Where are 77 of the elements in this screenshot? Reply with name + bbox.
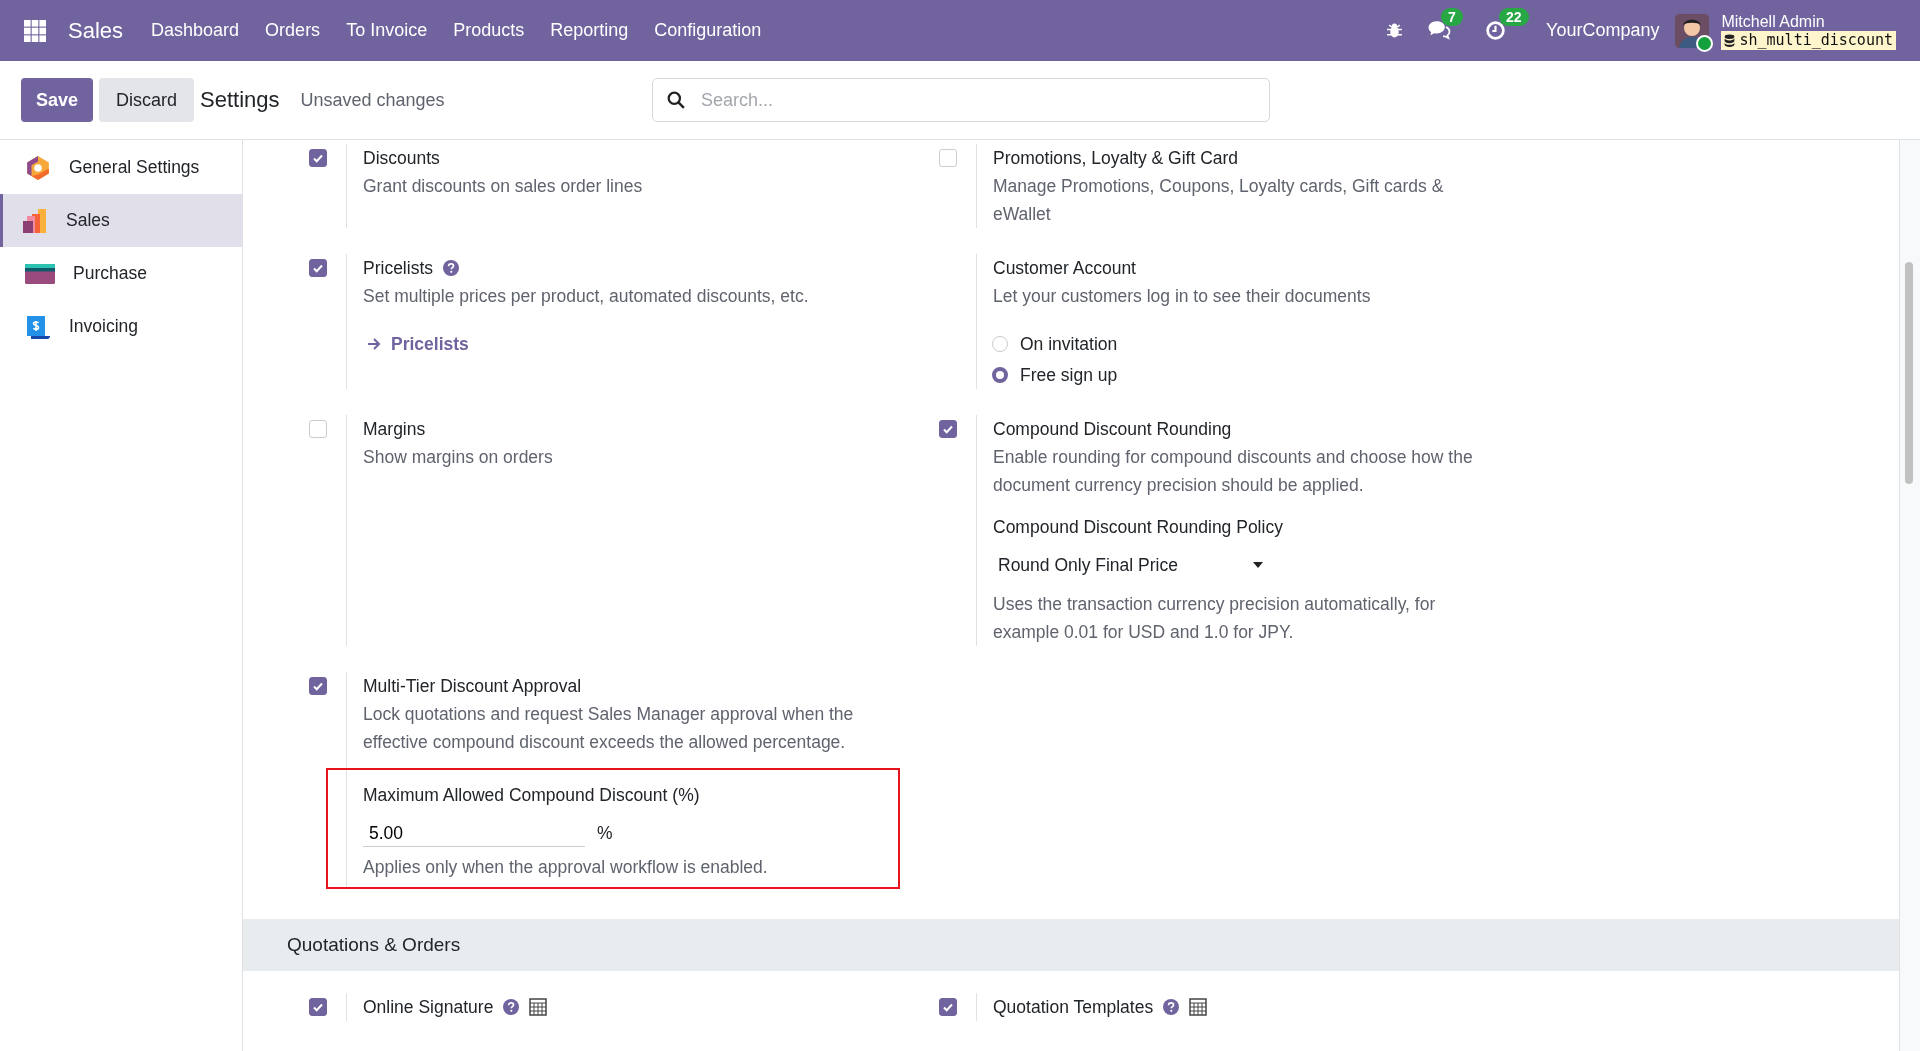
checkbox[interactable] [939,420,957,438]
page-title: Settings [200,87,280,113]
field-label: Maximum Allowed Compound Discount (%) [363,784,701,807]
help-icon[interactable] [1163,999,1180,1015]
search-field[interactable]: Search... [652,78,1270,122]
caret-icon [1253,562,1263,568]
check-icon [942,423,954,435]
database-name: sh_multi_discount [1739,30,1893,50]
chat-icon[interactable] [1427,20,1452,41]
setting-title: Multi-Tier Discount Approval [363,675,582,698]
company-name[interactable]: YourCompany [1546,20,1660,41]
discount-input[interactable]: 5.00 [363,823,585,847]
help-icon[interactable] [503,999,520,1015]
field-note: Uses the transaction currency precision automatically, for example 0.01 for USD and 1.0 for JPY. [993,593,1437,644]
setting-description: Enable rounding for compound discounts and choose how the document currency precision should be applied. [993,446,1474,497]
setting-title: Customer Account [993,257,1136,280]
setting-title: Quotation Templates [993,996,1154,1019]
sidebar-item[interactable]: General Settings [0,141,242,194]
check-icon [942,1001,954,1013]
user-name[interactable]: Mitchell Admin [1721,11,1896,31]
section-header: Quotations & Orders [243,919,1899,971]
checkbox[interactable] [939,998,957,1016]
menu-item[interactable]: To Invoice [346,20,428,41]
setting-title: Promotions, Loyalty & Gift Card [993,147,1239,170]
menu-item[interactable]: Dashboard [151,20,240,41]
checkbox[interactable] [309,149,327,167]
card-icon [25,263,55,284]
discard-button[interactable]: Discard [99,78,194,122]
setting-title: Compound Discount Rounding [993,418,1232,441]
radio-option[interactable]: Free sign up [992,361,1533,389]
pricelists-link[interactable]: Pricelists [367,330,469,358]
hexagon-icon [25,154,51,181]
check-icon [312,152,324,164]
sidebar-item[interactable]: Sales [0,194,242,247]
unsaved-changes-label: Unsaved changes [300,89,445,111]
apps-menu-icon[interactable] [24,19,46,42]
setting-description: Show margins on orders [363,446,554,469]
setting-title: Online Signature [363,996,494,1019]
setting-description: Let your customers log in to see their documents [993,285,1372,308]
check-icon [312,680,324,692]
arrow-icon [367,338,381,350]
avatar[interactable] [1675,13,1710,48]
bug-icon[interactable] [1386,22,1404,39]
menu-item[interactable]: Orders [265,20,321,41]
setting-description: Manage Promotions, Coupons, Loyalty cards, Gift cards & eWallet [993,175,1445,226]
check-icon [312,262,324,274]
setting-title: Discounts [363,147,440,170]
help-icon[interactable] [443,260,459,276]
activity-count-badge: 22 [1499,8,1529,26]
checkbox[interactable] [309,998,327,1016]
setting-description: Grant discounts on sales order lines [363,175,644,198]
sidebar-item[interactable]: Purchase [0,247,242,300]
check-icon [312,1001,324,1013]
setting-description: Set multiple prices per product, automated discounts, etc. [363,285,810,308]
sidebar-item[interactable]: Invoicing [0,300,242,353]
field-note: Applies only when the approval workflow is enabled. [363,856,769,879]
app-name[interactable]: Sales [68,17,124,44]
database-icon [1724,33,1736,47]
menu-item[interactable]: Products [453,20,525,41]
menu-item[interactable]: Reporting [550,20,629,41]
save-button[interactable]: Save [21,78,93,122]
bar-chart-icon [22,207,48,234]
radio-option[interactable]: On invitation [992,330,1533,358]
unit-label: % [597,822,613,845]
policy-select[interactable]: Round Only Final Price [993,551,1271,580]
setting-title: Margins [363,418,426,441]
menu-item[interactable]: Configuration [654,20,762,41]
message-count-badge: 7 [1441,8,1463,26]
checkbox[interactable] [309,677,327,695]
setting-title: Pricelists [363,257,433,280]
setting-description: Lock quotations and request Sales Manager approval when the effective compound discount exceeds the allowed percentage. [363,703,855,754]
checkbox[interactable] [309,259,327,277]
clock-icon[interactable] [1485,20,1507,41]
search-icon [667,91,685,109]
field-label: Compound Discount Rounding Policy [993,516,1284,539]
invoice-icon [25,313,51,340]
scrollbar-thumb[interactable] [1905,262,1913,484]
